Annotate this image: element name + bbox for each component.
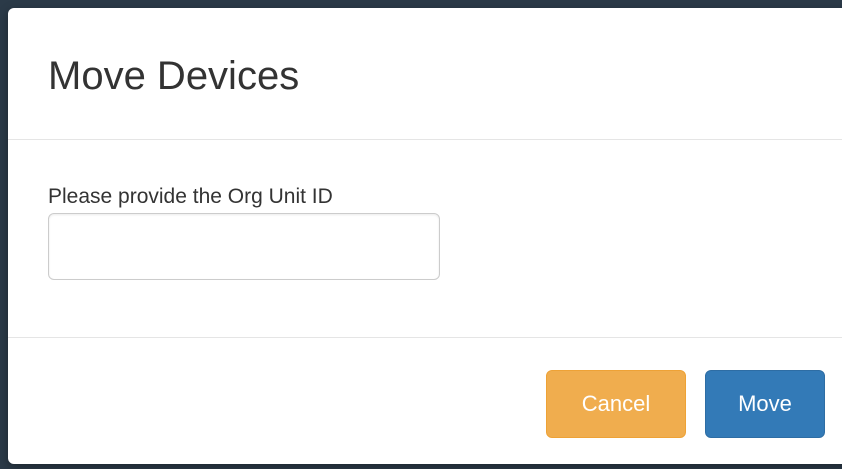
dialog-body: Please provide the Org Unit ID: [8, 140, 842, 338]
org-unit-id-input[interactable]: [48, 213, 440, 280]
org-unit-id-label: Please provide the Org Unit ID: [48, 185, 333, 208]
dialog-title: Move Devices: [48, 54, 300, 98]
move-devices-dialog: Move Devices Please provide the Org Unit…: [8, 8, 842, 464]
cancel-button[interactable]: Cancel: [546, 370, 686, 438]
dialog-header: Move Devices: [8, 8, 842, 140]
dialog-footer: Cancel Move: [8, 338, 842, 464]
move-button[interactable]: Move: [705, 370, 825, 438]
